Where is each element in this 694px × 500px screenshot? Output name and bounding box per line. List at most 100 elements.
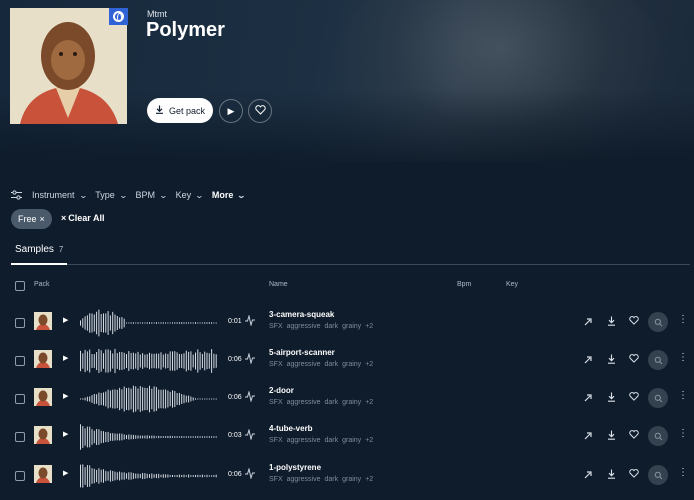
tag[interactable]: aggressive [287, 437, 321, 444]
waveform[interactable] [80, 344, 220, 378]
filter-settings-icon[interactable] [11, 190, 22, 200]
more-options-icon[interactable]: ⋮ [678, 352, 688, 363]
heart-icon[interactable] [629, 392, 639, 403]
search-similar-icon[interactable] [648, 350, 668, 370]
sample-pack-thumbnail[interactable] [34, 426, 52, 444]
waveform[interactable] [80, 382, 220, 416]
download-icon[interactable] [607, 430, 616, 442]
download-icon[interactable] [607, 392, 616, 404]
bpm-detect-icon[interactable] [245, 390, 255, 405]
tag[interactable]: dark [324, 323, 338, 330]
filter-bpm[interactable]: BPM ⌄ [135, 190, 168, 200]
similar-sounds-icon[interactable] [584, 392, 594, 404]
play-icon[interactable]: ▶ [63, 392, 68, 400]
filter-more[interactable]: More ⌄ [212, 190, 247, 200]
sample-name[interactable]: 4-tube-verb [269, 424, 313, 433]
more-options-icon[interactable]: ⋮ [678, 467, 688, 478]
table-row[interactable]: ▶ 0:01 3-camera-squeak SFX aggressive dark… [0, 304, 694, 342]
tag[interactable]: SFX [269, 476, 283, 483]
more-options-icon[interactable]: ⋮ [678, 390, 688, 401]
download-icon[interactable] [607, 316, 616, 328]
tag[interactable]: grainy [342, 437, 361, 444]
table-row[interactable]: ▶ 0:06 5-airport-scanner SFX aggressive da… [0, 342, 694, 380]
row-checkbox[interactable] [15, 394, 25, 404]
heart-icon[interactable] [629, 469, 639, 480]
tag[interactable]: SFX [269, 437, 283, 444]
download-icon[interactable] [607, 354, 616, 366]
tag[interactable]: dark [324, 399, 338, 406]
play-icon[interactable]: ▶ [63, 469, 68, 477]
like-pack-button[interactable] [248, 99, 272, 123]
table-row[interactable]: ▶ 0:06 2-door SFX aggressive dark grainy +2 … [0, 380, 694, 418]
filter-instrument[interactable]: Instrument ⌄ [32, 190, 88, 200]
column-bpm[interactable]: Bpm [457, 281, 471, 288]
similar-sounds-icon[interactable] [584, 316, 594, 328]
filter-type[interactable]: Type ⌄ [95, 190, 128, 200]
tag[interactable]: aggressive [287, 476, 321, 483]
sample-name[interactable]: 2-door [269, 386, 294, 395]
tag[interactable]: grainy [342, 361, 361, 368]
tag[interactable]: SFX [269, 399, 283, 406]
tag[interactable]: SFX [269, 323, 283, 330]
bpm-detect-icon[interactable] [245, 314, 255, 329]
play-icon[interactable]: ▶ [63, 354, 68, 362]
tag[interactable]: +2 [365, 399, 373, 406]
search-similar-icon[interactable] [648, 312, 668, 332]
tag[interactable]: dark [324, 437, 338, 444]
heart-icon[interactable] [629, 430, 639, 441]
sample-name[interactable]: 5-airport-scanner [269, 348, 335, 357]
tag[interactable]: +2 [365, 361, 373, 368]
search-similar-icon[interactable] [648, 426, 668, 446]
select-all-checkbox[interactable] [15, 281, 25, 291]
play-icon[interactable]: ▶ [63, 430, 68, 438]
close-icon[interactable]: × [40, 214, 45, 224]
column-name[interactable]: Name [269, 281, 288, 288]
download-icon[interactable] [607, 469, 616, 481]
tag[interactable]: +2 [365, 437, 373, 444]
column-key[interactable]: Key [506, 281, 518, 288]
sample-name[interactable]: 1-polystyrene [269, 463, 321, 472]
tag[interactable]: SFX [269, 361, 283, 368]
tag[interactable]: grainy [342, 399, 361, 406]
more-options-icon[interactable]: ⋮ [678, 428, 688, 439]
sample-name[interactable]: 3-camera-squeak [269, 310, 334, 319]
similar-sounds-icon[interactable] [584, 469, 594, 481]
waveform[interactable] [80, 306, 220, 340]
search-similar-icon[interactable] [648, 388, 668, 408]
bpm-detect-icon[interactable] [245, 467, 255, 482]
heart-icon[interactable] [629, 354, 639, 365]
tag[interactable]: grainy [342, 323, 361, 330]
more-options-icon[interactable]: ⋮ [678, 314, 688, 325]
bpm-detect-icon[interactable] [245, 428, 255, 443]
tag[interactable]: +2 [365, 323, 373, 330]
table-row[interactable]: ▶ 0:03 4-tube-verb SFX aggressive dark grai… [0, 418, 694, 456]
play-icon[interactable]: ▶ [63, 316, 68, 324]
row-checkbox[interactable] [15, 356, 25, 366]
row-checkbox[interactable] [15, 471, 25, 481]
filter-key[interactable]: Key ⌄ [176, 190, 205, 200]
sample-pack-thumbnail[interactable] [34, 388, 52, 406]
similar-sounds-icon[interactable] [584, 430, 594, 442]
bpm-detect-icon[interactable] [245, 352, 255, 367]
similar-sounds-icon[interactable] [584, 354, 594, 366]
heart-icon[interactable] [629, 316, 639, 327]
tag[interactable]: aggressive [287, 323, 321, 330]
pack-artist[interactable]: Mtmt [147, 9, 167, 19]
sample-pack-thumbnail[interactable] [34, 350, 52, 368]
tag[interactable]: aggressive [287, 361, 321, 368]
free-filter-chip[interactable]: Free × [11, 209, 52, 229]
search-similar-icon[interactable] [648, 465, 668, 485]
row-checkbox[interactable] [15, 318, 25, 328]
get-pack-button[interactable]: Get pack [147, 98, 213, 123]
play-pack-button[interactable]: ▶ [219, 99, 243, 123]
row-checkbox[interactable] [15, 432, 25, 442]
waveform[interactable] [80, 420, 220, 454]
tag[interactable]: aggressive [287, 399, 321, 406]
tag[interactable]: dark [324, 361, 338, 368]
clear-all-button[interactable]: × Clear All [61, 213, 104, 223]
column-pack[interactable]: Pack [34, 281, 50, 288]
sample-pack-thumbnail[interactable] [34, 465, 52, 483]
waveform[interactable] [80, 459, 220, 493]
tab-samples[interactable]: Samples 7 [11, 244, 67, 265]
tag[interactable]: dark [324, 476, 338, 483]
